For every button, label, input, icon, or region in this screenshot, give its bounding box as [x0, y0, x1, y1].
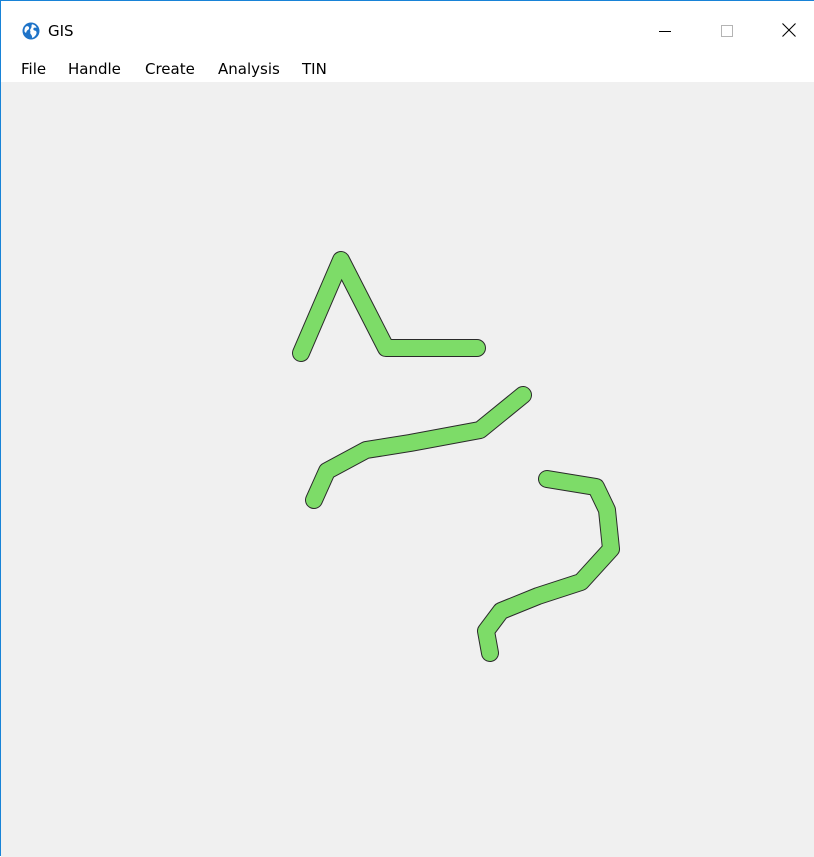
polyline-feature-1[interactable]	[292, 251, 486, 362]
title-bar[interactable]: GIS	[1, 1, 814, 49]
menu-file[interactable]: File	[21, 59, 46, 79]
map-layer	[292, 251, 620, 662]
menu-create[interactable]: Create	[145, 59, 195, 79]
maximize-icon	[721, 22, 733, 41]
polyline-feature-2[interactable]	[305, 386, 532, 509]
close-button[interactable]	[766, 11, 812, 51]
menu-bar: File Handle Create Analysis TIN	[1, 56, 814, 82]
map-canvas[interactable]	[1, 82, 814, 857]
window-title: GIS	[48, 22, 74, 40]
globe-icon	[22, 22, 40, 40]
close-icon	[782, 22, 796, 41]
menu-analysis[interactable]: Analysis	[218, 59, 280, 79]
app-window: GIS File Handle Create Analysis TIN	[0, 0, 814, 857]
minimize-button[interactable]	[642, 11, 688, 51]
menu-handle[interactable]: Handle	[68, 59, 121, 79]
polyline-feature-3[interactable]	[477, 470, 620, 662]
menu-tin[interactable]: TIN	[302, 59, 327, 79]
minimize-icon	[659, 22, 671, 41]
maximize-button[interactable]	[704, 11, 750, 51]
